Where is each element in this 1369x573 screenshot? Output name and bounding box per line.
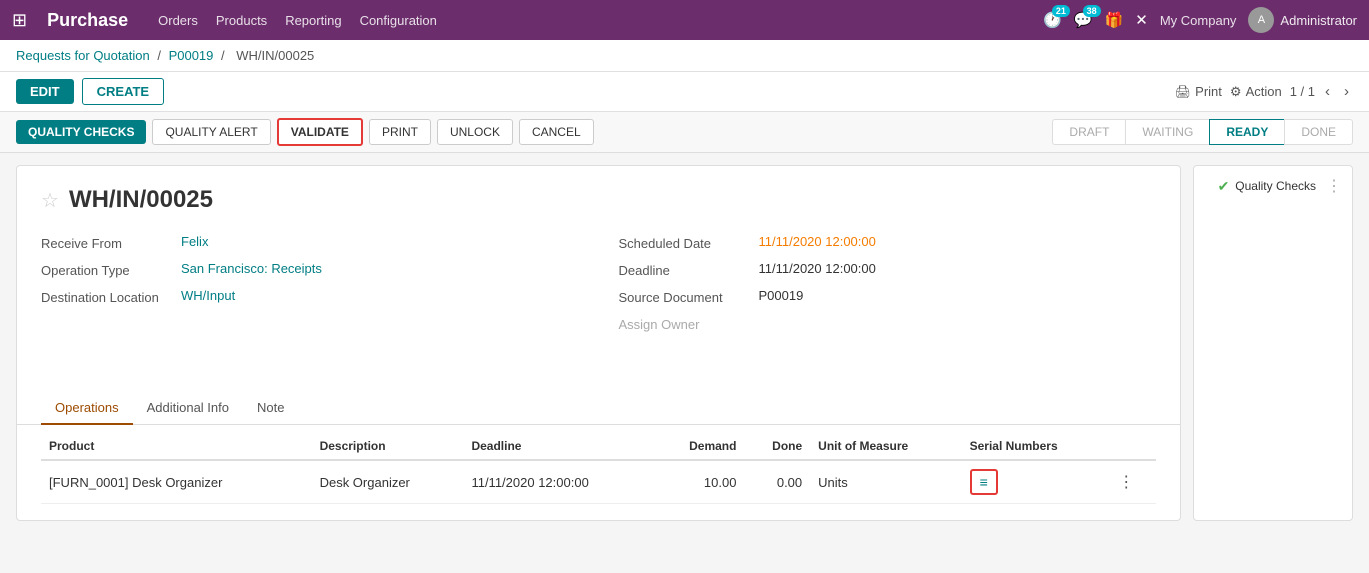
form-title-row: ☆ WH/IN/00025 <box>41 186 1156 214</box>
cell-demand: 10.00 <box>654 460 744 504</box>
row-menu-icon[interactable]: ⋮ <box>1118 474 1134 491</box>
action-bar: EDIT CREATE 🖨 Print ⚙ Action 1 / 1 ‹ › <box>0 72 1369 112</box>
col-deadline: Deadline <box>463 433 654 460</box>
breadcrumb-current: WH/IN/00025 <box>236 48 314 63</box>
menu-orders[interactable]: Orders <box>158 13 198 28</box>
cell-product: [FURN_0001] Desk Organizer <box>41 460 312 504</box>
menu-products[interactable]: Products <box>216 13 267 28</box>
operations-table: Product Description Deadline Demand Done… <box>41 433 1156 504</box>
form-title: WH/IN/00025 <box>69 186 213 214</box>
edit-button[interactable]: EDIT <box>16 79 74 104</box>
table-row: [FURN_0001] Desk Organizer Desk Organize… <box>41 460 1156 504</box>
gift-icon[interactable]: 🎁 <box>1105 11 1124 29</box>
main-content: ☆ WH/IN/00025 Receive From Felix Operati… <box>0 153 1369 533</box>
quality-panel-menu[interactable]: ⋮ <box>1326 176 1342 196</box>
favorite-star[interactable]: ☆ <box>41 188 59 213</box>
apps-icon[interactable]: ⊞ <box>12 10 27 31</box>
field-scheduled-date: Scheduled Date 11/11/2020 12:00:00 <box>619 234 1157 251</box>
gear-icon: ⚙ <box>1230 84 1242 100</box>
pager: 1 / 1 ‹ › <box>1290 81 1353 102</box>
cell-serial: ≡ <box>962 460 1111 504</box>
clock-icon[interactable]: 🕐 21 <box>1043 11 1062 29</box>
print-button[interactable]: PRINT <box>369 119 431 145</box>
form-col-right: Scheduled Date 11/11/2020 12:00:00 Deadl… <box>619 234 1157 342</box>
col-product: Product <box>41 433 312 460</box>
close-icon[interactable]: ✕ <box>1135 11 1148 29</box>
form-panel: ☆ WH/IN/00025 Receive From Felix Operati… <box>16 165 1181 521</box>
print-action[interactable]: 🖨 Print <box>1175 84 1222 100</box>
user-avatar: A <box>1248 7 1274 33</box>
field-deadline: Deadline 11/11/2020 12:00:00 <box>619 261 1157 278</box>
company-name: My Company <box>1160 13 1237 28</box>
chat-icon[interactable]: 💬 38 <box>1074 11 1093 29</box>
cell-row-menu: ⋮ <box>1110 460 1156 504</box>
form-content: ☆ WH/IN/00025 Receive From Felix Operati… <box>17 166 1180 382</box>
field-destination: Destination Location WH/Input <box>41 288 579 305</box>
print-icon: 🖨 <box>1175 84 1192 100</box>
breadcrumb-rfq[interactable]: Requests for Quotation <box>16 48 150 63</box>
field-receive-from: Receive From Felix <box>41 234 579 251</box>
status-draft: DRAFT <box>1052 119 1125 145</box>
list-icon: ≡ <box>980 474 988 490</box>
operations-table-section: Product Description Deadline Demand Done… <box>17 433 1180 520</box>
tab-note[interactable]: Note <box>243 392 298 425</box>
col-demand: Demand <box>654 433 744 460</box>
form-fields: Receive From Felix Operation Type San Fr… <box>41 234 1156 342</box>
top-menu: Orders Products Reporting Configuration <box>158 13 437 28</box>
breadcrumb-po[interactable]: P00019 <box>169 48 214 63</box>
col-uom: Unit of Measure <box>810 433 961 460</box>
quality-panel-header: ✔ Quality Checks ⋮ <box>1204 176 1342 196</box>
status-done: DONE <box>1284 119 1353 145</box>
topnav-right: 🕐 21 💬 38 🎁 ✕ My Company A Administrator <box>1043 7 1357 33</box>
cell-done: 0.00 <box>744 460 810 504</box>
tabs: Operations Additional Info Note <box>17 392 1180 425</box>
cancel-button[interactable]: CANCEL <box>519 119 594 145</box>
checkmark-icon: ✔ <box>1218 178 1230 195</box>
app-brand: Purchase <box>47 10 128 31</box>
form-col-left: Receive From Felix Operation Type San Fr… <box>41 234 579 342</box>
field-source-doc: Source Document P00019 <box>619 288 1157 305</box>
field-assign-owner: Assign Owner <box>619 315 1157 332</box>
pager-next[interactable]: › <box>1340 81 1353 102</box>
quality-checks-button[interactable]: QUALITY CHECKS <box>16 120 146 144</box>
col-menu <box>1110 433 1156 460</box>
breadcrumb: Requests for Quotation / P00019 / WH/IN/… <box>0 40 1369 72</box>
top-navigation: ⊞ Purchase Orders Products Reporting Con… <box>0 0 1369 40</box>
quality-alert-button[interactable]: QUALITY ALERT <box>152 119 270 145</box>
serial-numbers-button[interactable]: ≡ <box>970 469 998 495</box>
status-bar: DRAFT WAITING READY DONE <box>1052 119 1353 145</box>
quality-checks-label[interactable]: Quality Checks <box>1235 179 1316 193</box>
status-waiting: WAITING <box>1125 119 1209 145</box>
unlock-button[interactable]: UNLOCK <box>437 119 513 145</box>
quality-checks-panel: ✔ Quality Checks ⋮ <box>1193 165 1353 521</box>
user-name: Administrator <box>1280 13 1357 28</box>
create-button[interactable]: CREATE <box>82 78 164 105</box>
menu-reporting[interactable]: Reporting <box>285 13 341 28</box>
col-description: Description <box>312 433 464 460</box>
tab-operations[interactable]: Operations <box>41 392 133 425</box>
validate-button[interactable]: VALIDATE <box>277 118 363 146</box>
cell-uom: Units <box>810 460 961 504</box>
toolbar: QUALITY CHECKS QUALITY ALERT VALIDATE PR… <box>0 112 1369 153</box>
tab-additional-info[interactable]: Additional Info <box>133 392 243 425</box>
action-dropdown[interactable]: ⚙ Action <box>1230 84 1282 100</box>
field-operation-type: Operation Type San Francisco: Receipts <box>41 261 579 278</box>
user-menu[interactable]: A Administrator <box>1248 7 1357 33</box>
menu-configuration[interactable]: Configuration <box>360 13 437 28</box>
col-serial: Serial Numbers <box>962 433 1111 460</box>
col-done: Done <box>744 433 810 460</box>
status-ready: READY <box>1209 119 1284 145</box>
cell-deadline: 11/11/2020 12:00:00 <box>463 460 654 504</box>
pager-prev[interactable]: ‹ <box>1321 81 1334 102</box>
cell-description: Desk Organizer <box>312 460 464 504</box>
